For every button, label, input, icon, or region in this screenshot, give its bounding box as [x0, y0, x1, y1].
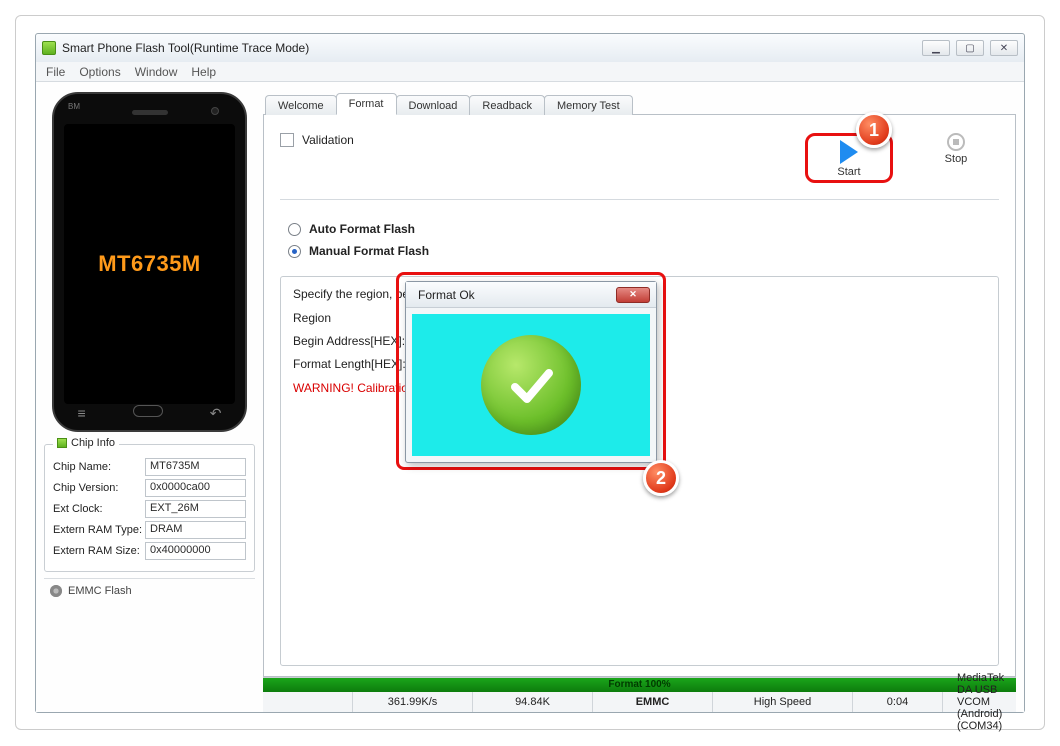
auto-format-radio[interactable]: Auto Format Flash	[288, 222, 999, 236]
chip-icon	[57, 438, 67, 448]
validation-label: Validation	[302, 133, 354, 147]
status-time: 0:04	[853, 692, 943, 712]
phone-brand: BM	[68, 102, 80, 111]
chip-name-label: Chip Name:	[53, 461, 145, 473]
close-button[interactable]: ✕	[990, 40, 1018, 56]
stop-icon	[947, 133, 965, 151]
manual-format-radio[interactable]: Manual Format Flash	[288, 244, 999, 258]
ram-type-label: Extern RAM Type:	[53, 524, 145, 536]
menu-help[interactable]: Help	[191, 65, 216, 79]
gear-icon	[50, 585, 62, 597]
status-speed: 361.99K/s	[353, 692, 473, 712]
manual-format-label: Manual Format Flash	[309, 244, 429, 258]
radio-selected-icon	[288, 245, 301, 258]
tab-memorytest[interactable]: Memory Test	[544, 95, 633, 115]
left-panel: BM MT6735M ≡ ↶ Chip Info Chip Name:MT673…	[36, 82, 263, 712]
ext-clock-label: Ext Clock:	[53, 503, 145, 515]
start-label: Start	[837, 166, 860, 178]
chip-info-title: Chip Info	[71, 437, 115, 449]
titlebar: Smart Phone Flash Tool(Runtime Trace Mod…	[36, 34, 1024, 62]
chip-info-group: Chip Info Chip Name:MT6735M Chip Version…	[44, 444, 255, 572]
success-check-icon	[481, 335, 581, 435]
phone-camera-icon	[211, 107, 219, 115]
callout-1: 1	[856, 112, 892, 148]
tab-readback[interactable]: Readback	[469, 95, 545, 115]
tab-welcome[interactable]: Welcome	[265, 95, 337, 115]
format-ok-dialog: Format Ok ✕	[405, 281, 657, 463]
radio-icon	[288, 223, 301, 236]
dialog-body	[412, 314, 650, 456]
minimize-button[interactable]: ▁	[922, 40, 950, 56]
menubar: File Options Window Help	[36, 62, 1024, 82]
checkbox-icon	[280, 133, 294, 147]
auto-format-label: Auto Format Flash	[309, 222, 415, 236]
menu-file[interactable]: File	[46, 65, 65, 79]
phone-speaker-icon	[132, 110, 168, 115]
emmc-flash-row[interactable]: EMMC Flash	[44, 578, 255, 597]
chip-name-value: MT6735M	[145, 458, 246, 476]
status-container: Format 100% 361.99K/s 94.84K EMMC High S…	[263, 677, 1016, 712]
tab-download[interactable]: Download	[396, 95, 471, 115]
status-storage: EMMC	[593, 692, 713, 712]
dialog-title: Format Ok	[418, 288, 616, 302]
ram-type-value: DRAM	[145, 521, 246, 539]
tab-format[interactable]: Format	[336, 93, 397, 115]
emmc-flash-label: EMMC Flash	[68, 585, 132, 597]
status-mode: High Speed	[713, 692, 853, 712]
dialog-highlight: Format Ok ✕	[396, 272, 666, 470]
menu-options[interactable]: Options	[79, 65, 120, 79]
window-title: Smart Phone Flash Tool(Runtime Trace Mod…	[62, 41, 922, 55]
menu-window[interactable]: Window	[135, 65, 178, 79]
progress-bar: Format 100%	[263, 678, 1016, 692]
status-row: 361.99K/s 94.84K EMMC High Speed 0:04 Me…	[263, 692, 1016, 712]
status-size: 94.84K	[473, 692, 593, 712]
status-port: MediaTek DA USB VCOM (Android) (COM34)	[943, 692, 1016, 712]
app-icon	[42, 41, 56, 55]
ext-clock-value: EXT_26M	[145, 500, 246, 518]
back-softkey-icon: ↶	[210, 405, 222, 422]
home-softkey-icon	[133, 405, 163, 417]
callout-2: 2	[643, 460, 679, 496]
ram-size-label: Extern RAM Size:	[53, 545, 145, 557]
dialog-titlebar: Format Ok ✕	[406, 282, 656, 308]
stop-button[interactable]: Stop	[921, 133, 991, 165]
chip-version-label: Chip Version:	[53, 482, 145, 494]
tabs: Welcome Format Download Readback Memory …	[263, 88, 1016, 114]
chip-model-label: MT6735M	[98, 251, 201, 277]
validation-checkbox[interactable]: Validation	[280, 133, 354, 147]
menu-softkey-icon: ≡	[78, 405, 86, 422]
play-icon	[840, 140, 858, 164]
maximize-button[interactable]: ▢	[956, 40, 984, 56]
phone-preview: BM MT6735M ≡ ↶	[52, 92, 247, 432]
dialog-close-button[interactable]: ✕	[616, 287, 650, 303]
ram-size-value: 0x40000000	[145, 542, 246, 560]
chip-version-value: 0x0000ca00	[145, 479, 246, 497]
stop-label: Stop	[945, 153, 968, 165]
